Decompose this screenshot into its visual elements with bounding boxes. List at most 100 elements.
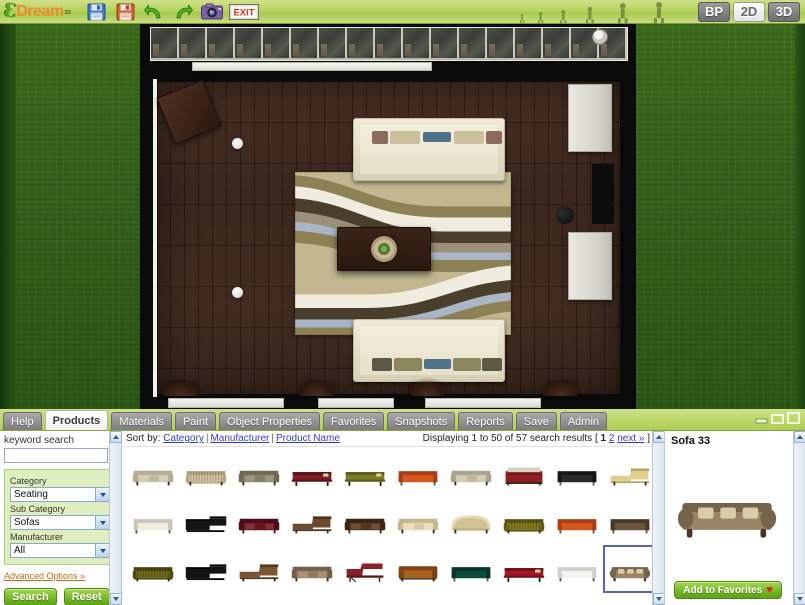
scroll-down-icon[interactable]	[653, 593, 665, 605]
coffee-table[interactable]	[337, 227, 431, 271]
product-thumb-sofa-18[interactable]	[497, 497, 550, 545]
sub-category-select[interactable]: Sofas	[10, 515, 110, 530]
search-input[interactable]	[4, 448, 108, 463]
floor-marker-2[interactable]	[232, 287, 243, 298]
tab-paint[interactable]: Paint	[175, 412, 216, 430]
save-as-icon[interactable]	[113, 2, 137, 22]
undo-icon[interactable]	[142, 2, 166, 22]
scroll-down-icon[interactable]	[794, 593, 805, 605]
floorplan-canvas[interactable]	[0, 24, 805, 409]
view-mode-3d[interactable]: 3D	[768, 2, 800, 22]
keyword-search-label: keyword search	[4, 435, 117, 446]
chevron-down-icon	[95, 488, 109, 501]
minimize-icon[interactable]	[755, 412, 768, 424]
centerpiece[interactable]	[371, 236, 397, 262]
product-thumb-sofa-33[interactable]	[603, 545, 656, 593]
product-thumb-sofa-12[interactable]	[179, 497, 232, 545]
product-thumb-sofa-22[interactable]	[179, 545, 232, 593]
south-object-1[interactable]	[163, 382, 199, 396]
sort-by-category[interactable]: Category	[163, 433, 204, 444]
product-thumb-sofa-6[interactable]	[391, 449, 444, 497]
wall-clock[interactable]	[592, 29, 608, 45]
tab-admin[interactable]: Admin	[560, 412, 607, 430]
product-thumb-sofa-9[interactable]	[550, 449, 603, 497]
view-mode-2d[interactable]: 2D	[733, 2, 765, 22]
scroll-up-icon[interactable]	[794, 431, 805, 443]
product-thumb-sofa-20[interactable]	[603, 497, 656, 545]
reset-button[interactable]: Reset	[64, 588, 110, 605]
product-thumb-sofa-19[interactable]	[550, 497, 603, 545]
tab-object-properties[interactable]: Object Properties	[219, 412, 320, 430]
sort-by-manufacturer[interactable]: Manufacturer	[210, 433, 269, 444]
restore-icon[interactable]	[771, 412, 784, 424]
results-scrollbar[interactable]	[652, 431, 664, 605]
product-thumb-sofa-11[interactable]	[126, 497, 179, 545]
tab-products[interactable]: Products	[45, 410, 109, 430]
product-thumb-sofa-25[interactable]	[338, 545, 391, 593]
sort-by-product-name[interactable]: Product Name	[276, 433, 340, 444]
sofa-bottom[interactable]	[353, 319, 505, 382]
redo-icon[interactable]	[171, 2, 195, 22]
floor-marker-1[interactable]	[232, 138, 243, 149]
cabinet-lower[interactable]	[568, 232, 612, 300]
product-thumb-sofa-8[interactable]	[497, 449, 550, 497]
add-to-favorites-button[interactable]: Add to Favorites ♥	[674, 581, 782, 599]
next-page-link[interactable]: next »	[617, 433, 644, 444]
category-select[interactable]: Seating	[10, 487, 110, 502]
results-count-text: Displaying 1 to 50 of 57 search results …	[423, 433, 598, 444]
product-thumb-sofa-15[interactable]	[338, 497, 391, 545]
product-thumb-sofa-26[interactable]	[391, 545, 444, 593]
pillow	[372, 131, 388, 144]
west-wall-highlight	[153, 79, 157, 397]
product-thumb-sofa-1[interactable]	[126, 449, 179, 497]
search-button[interactable]: Search	[4, 588, 57, 605]
tab-save[interactable]: Save	[516, 412, 557, 430]
product-thumb-sofa-21[interactable]	[126, 545, 179, 593]
page-2-link[interactable]: 2	[609, 433, 615, 444]
product-thumb-sofa-13[interactable]	[232, 497, 285, 545]
south-window-1	[168, 398, 284, 408]
product-thumb-sofa-14[interactable]	[285, 497, 338, 545]
exit-icon[interactable]: EXIT	[229, 2, 259, 22]
detail-pane-scrollbar[interactable]	[793, 431, 805, 605]
product-thumb-sofa-10[interactable]	[603, 449, 656, 497]
cabinet-upper[interactable]	[568, 84, 612, 152]
product-thumb-sofa-7[interactable]	[444, 449, 497, 497]
tab-snapshots[interactable]: Snapshots	[387, 412, 455, 430]
sort-by-label: Sort by:	[126, 433, 160, 444]
tab-help[interactable]: Help	[3, 412, 42, 430]
south-object-4[interactable]	[544, 382, 578, 396]
product-thumb-sofa-16[interactable]	[391, 497, 444, 545]
south-object-3[interactable]	[410, 382, 444, 396]
product-thumb-sofa-4[interactable]	[285, 449, 338, 497]
camera-icon[interactable]	[200, 2, 224, 22]
tab-favorites[interactable]: Favorites	[323, 412, 384, 430]
advanced-options-link[interactable]: Advanced Options »	[4, 571, 117, 581]
tab-reports[interactable]: Reports	[458, 412, 513, 430]
tab-materials[interactable]: Materials	[111, 412, 172, 430]
maximize-icon[interactable]	[787, 412, 800, 424]
scroll-up-icon[interactable]	[653, 431, 665, 443]
product-thumb-sofa-24[interactable]	[285, 545, 338, 593]
scroll-up-icon[interactable]	[110, 431, 122, 443]
product-thumb-sofa-3[interactable]	[232, 449, 285, 497]
scroll-down-icon[interactable]	[110, 593, 122, 605]
east-round-object[interactable]	[556, 206, 574, 224]
product-thumb-sofa-23[interactable]	[232, 545, 285, 593]
search-actions: Search Reset	[4, 588, 117, 605]
product-thumb-sofa-28[interactable]	[497, 545, 550, 593]
search-pane-scrollbar[interactable]	[109, 431, 121, 605]
product-thumb-sofa-27[interactable]	[444, 545, 497, 593]
grass-left	[0, 24, 16, 409]
product-thumb-sofa-29[interactable]	[550, 545, 603, 593]
sofa-top[interactable]	[353, 118, 505, 181]
view-mode-bp[interactable]: BP	[698, 2, 730, 22]
manufacturer-select[interactable]: All	[10, 543, 110, 558]
products-panel: keyword search Category Seating Sub Cate…	[0, 431, 805, 605]
product-thumb-sofa-5[interactable]	[338, 449, 391, 497]
save-icon[interactable]	[84, 2, 108, 22]
product-thumb-sofa-17[interactable]	[444, 497, 497, 545]
product-preview-image	[671, 461, 783, 553]
south-object-2[interactable]	[300, 382, 334, 396]
product-thumb-sofa-2[interactable]	[179, 449, 232, 497]
